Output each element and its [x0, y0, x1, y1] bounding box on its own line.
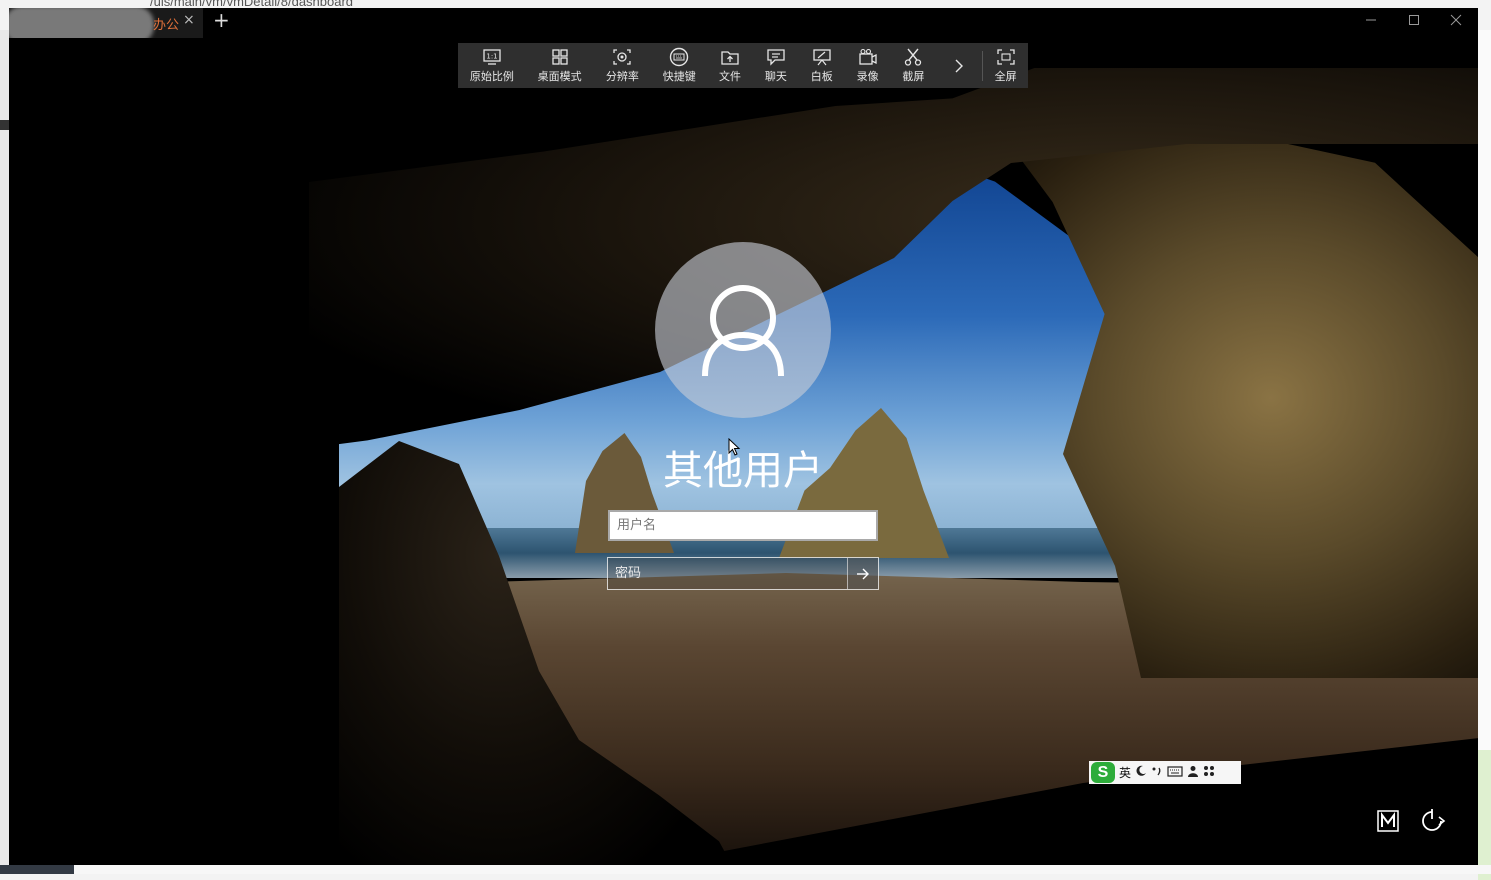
m-letter-icon — [1377, 810, 1399, 832]
toolbar-label: 全屏 — [994, 70, 1017, 83]
toolbar-label: 截屏 — [902, 70, 925, 83]
background-right-strip — [1478, 30, 1491, 880]
resolution-icon — [612, 47, 632, 67]
desktop-mode-icon — [550, 47, 570, 67]
toolbar-label: 快捷键 — [662, 70, 696, 83]
chevron-right-icon — [949, 56, 969, 76]
accessibility-magnifier-button[interactable] — [1377, 810, 1399, 836]
close-window-button[interactable] — [1450, 12, 1462, 30]
keyboard-icon[interactable] — [1167, 765, 1183, 780]
user-account-icon[interactable] — [1187, 765, 1199, 780]
original-ratio-icon: 1:1 — [482, 47, 502, 67]
toolbar-label: 桌面模式 — [537, 70, 582, 83]
chat-icon — [766, 47, 786, 67]
svg-text:1:1: 1:1 — [486, 53, 497, 61]
toolbar-chat-button[interactable]: 聊天 — [753, 43, 799, 88]
remote-toolbar: 1:1 原始比例 桌面模式 分辨率 快捷键 文件 聊天 白板 录像 截屏 全屏 — [458, 43, 1028, 88]
whiteboard-icon — [812, 47, 832, 67]
tab-office[interactable]: 办公 × — [9, 8, 203, 44]
username-input[interactable] — [608, 510, 878, 541]
toolbar-file-button[interactable]: 文件 — [707, 43, 753, 88]
toolbar-label: 分辨率 — [605, 70, 639, 83]
ease-of-access-icon — [1422, 809, 1446, 831]
file-upload-icon — [720, 47, 740, 67]
maximize-button[interactable] — [1408, 12, 1420, 30]
minimize-icon — [1366, 19, 1376, 21]
ime-toolbar: S 英 — [1089, 761, 1241, 784]
toolbar-label: 文件 — [719, 70, 742, 83]
user-name-title: 其他用户 — [663, 448, 823, 494]
toolbar-screenshot-button[interactable]: 截屏 — [891, 43, 937, 88]
tab-title: 办公 — [153, 18, 180, 33]
remote-desktop-window: 办公 × + 1:1 原始比例 桌面模式 分辨率 快捷键 文件 聊天 白板 录像… — [9, 8, 1478, 865]
toolbar-fullscreen-button[interactable]: 全屏 — [983, 43, 1028, 88]
user-icon — [702, 285, 784, 377]
toolbar-label: 白板 — [810, 70, 833, 83]
punctuation-icon[interactable] — [1151, 765, 1163, 780]
submit-button[interactable] — [847, 558, 878, 589]
scissors-icon — [903, 47, 923, 67]
apps-grid-icon[interactable] — [1203, 765, 1215, 780]
window-titlebar: 办公 × + — [9, 8, 1478, 44]
background-left-strip — [0, 30, 9, 874]
mouse-cursor-icon — [728, 438, 741, 456]
ease-of-access-button[interactable] — [1417, 808, 1447, 838]
user-avatar — [655, 242, 831, 418]
tab-close-icon[interactable]: × — [183, 12, 195, 28]
toolbar-resolution-button[interactable]: 分辨率 — [594, 43, 652, 88]
record-icon — [858, 47, 878, 67]
arrow-right-icon — [857, 568, 869, 579]
toolbar-record-button[interactable]: 录像 — [845, 43, 891, 88]
password-field — [607, 557, 879, 590]
toolbar-more-button[interactable] — [936, 43, 982, 88]
password-input[interactable] — [608, 558, 847, 589]
background-bottom-strip — [0, 865, 1491, 874]
keyboard-icon — [669, 47, 689, 67]
toolbar-desktop-mode-button[interactable]: 桌面模式 — [526, 43, 594, 88]
close-icon — [1450, 14, 1462, 26]
fullscreen-icon — [996, 47, 1016, 67]
moon-icon[interactable] — [1135, 765, 1147, 780]
toolbar-label: 录像 — [856, 70, 879, 83]
toolbar-label: 原始比例 — [469, 70, 514, 83]
remote-screen[interactable]: 1:1 原始比例 桌面模式 分辨率 快捷键 文件 聊天 白板 录像 截屏 全屏 … — [9, 38, 1478, 865]
toolbar-label: 聊天 — [764, 70, 787, 83]
toolbar-shortcut-button[interactable]: 快捷键 — [651, 43, 707, 88]
minimize-button[interactable] — [1365, 12, 1377, 30]
new-tab-button[interactable]: + — [213, 8, 230, 32]
ime-mode-label[interactable]: 英 — [1119, 764, 1131, 781]
toolbar-whiteboard-button[interactable]: 白板 — [799, 43, 845, 88]
sogou-logo-icon[interactable]: S — [1091, 762, 1115, 783]
maximize-icon — [1409, 15, 1419, 25]
toolbar-original-ratio-button[interactable]: 1:1 原始比例 — [458, 43, 526, 88]
